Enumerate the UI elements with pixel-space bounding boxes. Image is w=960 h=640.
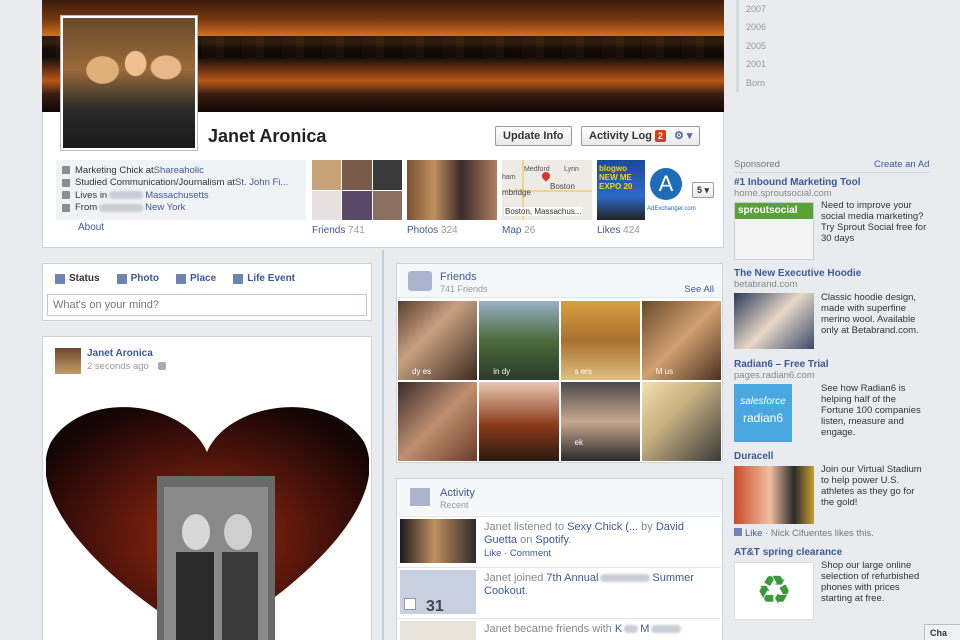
- friends-grid: dy es in dy s ers M us ek: [398, 301, 721, 461]
- adexchanger-logo: A: [650, 168, 682, 200]
- lives-link[interactable]: Massachusetts: [145, 190, 208, 201]
- song-link[interactable]: Sexy Chick (...: [567, 521, 638, 533]
- friend-tile[interactable]: s ers: [560, 301, 640, 380]
- post-photo[interactable]: [46, 392, 369, 640]
- author-avatar[interactable]: [55, 348, 81, 374]
- ad-att[interactable]: AT&T spring clearance ♻ Shop our large o…: [734, 547, 930, 620]
- tab-place[interactable]: Place: [176, 273, 216, 284]
- friend-thumbnail[interactable]: [400, 621, 476, 640]
- friends-tile[interactable]: [312, 160, 402, 220]
- photos-tile-label[interactable]: Photos 324: [407, 225, 458, 236]
- spotify-link[interactable]: Spotify: [535, 534, 568, 546]
- status-input[interactable]: What's on your mind?: [47, 294, 367, 316]
- activity-subtitle: Recent: [440, 500, 469, 510]
- sproutsocial-logo: sproutsocial: [735, 203, 813, 219]
- timeline-spine: [382, 250, 384, 640]
- home-icon: [62, 191, 70, 200]
- study-link[interactable]: St. John Fi...: [235, 177, 288, 188]
- likes-tile[interactable]: blogwo NEW ME EXPO 20 A AdExchanger.com: [597, 160, 696, 220]
- year-2007[interactable]: 2007: [736, 0, 796, 19]
- friends-icon: [408, 271, 432, 291]
- lives-line: Lives in Massachusetts: [56, 189, 306, 202]
- create-ad-link[interactable]: Create an Ad: [874, 159, 929, 170]
- post-author[interactable]: Janet Aronica: [87, 348, 153, 359]
- activity-icon: [410, 488, 430, 506]
- activity-item: 31 Janet joined 7th Annual Summer Cookout…: [398, 567, 721, 615]
- friend-tile[interactable]: [398, 382, 478, 461]
- year-2001[interactable]: 2001: [736, 55, 796, 74]
- friends-tile-label[interactable]: Friends 741: [312, 225, 365, 236]
- ad-like-link[interactable]: Like: [745, 528, 762, 539]
- blog-expo-logo: blogwo NEW ME EXPO 20: [597, 160, 645, 220]
- graduation-cap-icon: [62, 178, 70, 187]
- activity-log-label: Activity Log: [589, 130, 652, 142]
- timeline-year-nav: 2007 2006 2005 2001 Born: [736, 0, 796, 92]
- friend-tile[interactable]: in dy: [479, 301, 559, 380]
- more-sections-button[interactable]: 5 ▾: [692, 182, 715, 198]
- friends-count: 741 Friends: [440, 284, 488, 294]
- ad-duracell[interactable]: Duracell Join our Virtual Stadium to hel…: [734, 451, 930, 539]
- map-tile[interactable]: Medford Lynn ham mbridge Boston Boston, …: [502, 160, 592, 220]
- activity-log-button[interactable]: Activity Log 2 ⚙ ▾: [581, 126, 701, 146]
- tab-life-event[interactable]: Life Event: [233, 273, 295, 284]
- chat-tab[interactable]: Cha: [924, 624, 960, 640]
- from-line: From New York: [56, 202, 306, 215]
- briefcase-icon: [62, 166, 70, 175]
- year-born[interactable]: Born: [736, 73, 796, 92]
- radian6-logo: radian6: [742, 411, 784, 425]
- study-line: Studied Communication/Journalism at St. …: [56, 177, 306, 190]
- activity-item: Janet listened to Sexy Chick (... by Dav…: [398, 516, 721, 564]
- life-event-icon: [233, 273, 244, 284]
- calendar-icon: [404, 598, 416, 610]
- likes-tile-label[interactable]: Likes 424: [597, 225, 640, 236]
- spotify-album-thumbnail[interactable]: [400, 519, 476, 563]
- post-time[interactable]: 2 seconds ago: [87, 361, 149, 372]
- update-info-button[interactable]: Update Info: [495, 126, 572, 146]
- activity-item: Janet became friends with KM: [398, 618, 721, 640]
- ad-radian6[interactable]: Radian6 – Free Trial pages.radian6.com s…: [734, 359, 930, 442]
- friend-tile[interactable]: dy es: [398, 301, 478, 380]
- tab-status[interactable]: Status: [55, 273, 100, 284]
- event-thumbnail[interactable]: 31: [400, 570, 476, 615]
- photos-tile[interactable]: [407, 160, 497, 220]
- activity-count-badge: 2: [654, 130, 666, 142]
- tab-photo[interactable]: Photo: [116, 273, 159, 284]
- audience-icon[interactable]: [158, 362, 166, 370]
- salesforce-logo: salesforce: [740, 396, 786, 407]
- work-line: Marketing Chick at Shareaholic: [56, 164, 306, 177]
- place-icon: [176, 273, 187, 284]
- year-2005[interactable]: 2005: [736, 36, 796, 56]
- map-tile-label[interactable]: Map 26: [502, 225, 535, 236]
- from-link[interactable]: New York: [145, 202, 185, 213]
- settings-caret-icon[interactable]: ⚙ ▾: [674, 127, 692, 145]
- see-all-friends-link[interactable]: See All: [684, 284, 714, 295]
- friends-title[interactable]: Friends: [440, 271, 477, 283]
- ad-betabrand[interactable]: The New Executive Hoodie betabrand.com C…: [734, 268, 930, 349]
- friend-tile[interactable]: [641, 382, 721, 461]
- photo-icon: [116, 273, 127, 284]
- thumbs-up-icon: [734, 528, 742, 536]
- sponsored-label: Sponsored: [734, 159, 780, 170]
- status-icon: [55, 273, 65, 284]
- profile-name[interactable]: Janet Aronica: [208, 126, 326, 147]
- friend-tile[interactable]: M us: [641, 301, 721, 380]
- recycle-icon: ♻: [734, 562, 814, 620]
- activity-title[interactable]: Activity: [440, 487, 475, 499]
- year-2006[interactable]: 2006: [736, 18, 796, 37]
- like-comment-actions[interactable]: Like · Comment: [484, 547, 714, 560]
- work-link[interactable]: Shareaholic: [154, 165, 204, 176]
- friend-tile[interactable]: ek: [560, 382, 640, 461]
- ad-sprout-social[interactable]: #1 Inbound Marketing Tool home.sproutsoc…: [734, 177, 930, 260]
- location-icon: [62, 203, 70, 212]
- friend-tile[interactable]: [479, 382, 559, 461]
- profile-info: Marketing Chick at Shareaholic Studied C…: [56, 160, 306, 220]
- profile-picture[interactable]: [61, 16, 197, 150]
- about-link[interactable]: About: [78, 222, 104, 233]
